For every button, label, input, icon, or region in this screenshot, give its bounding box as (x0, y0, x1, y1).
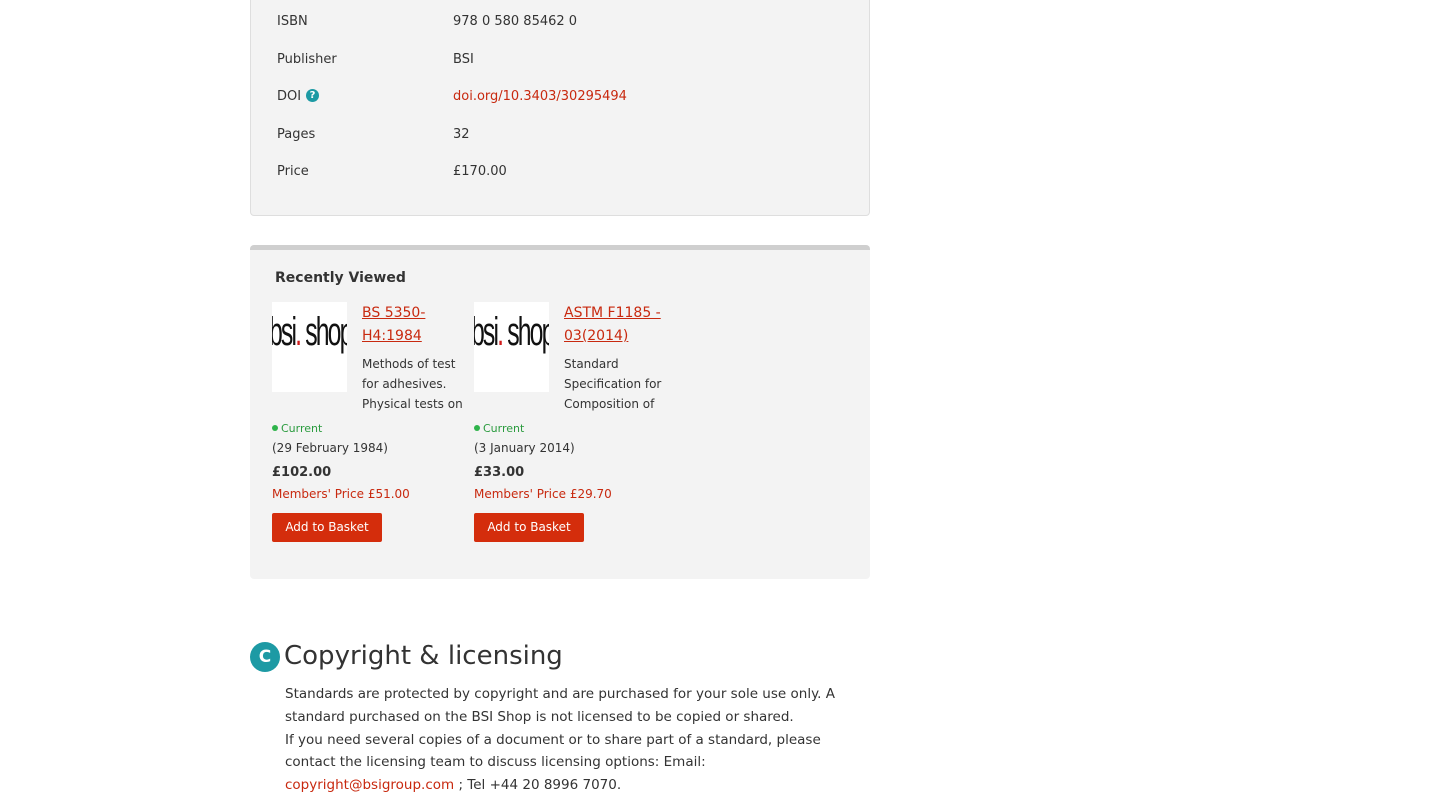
product-code-link[interactable]: ASTM F1185 - 03(2014) (564, 302, 664, 348)
add-to-basket-button[interactable]: Add to Basket (272, 513, 382, 542)
status-dot-icon (272, 425, 278, 431)
product-description: Standard Specification for Composition o… (564, 357, 662, 411)
product-card: bsi. shop ASTM F1185 - 03(2014) Standard… (474, 302, 669, 552)
detail-label: Pages (277, 127, 316, 142)
status-badge: Current (272, 422, 322, 435)
members-price: Members' Price £29.70 (474, 487, 612, 501)
product-description: Methods of test for adhesives. Physical … (362, 357, 463, 411)
doi-link[interactable]: doi.org/10.3403/30295494 (453, 88, 627, 106)
product-thumbnail[interactable]: bsi. shop (474, 302, 549, 392)
recently-viewed-panel: Recently Viewed bsi. shop BS 5350-H4:198… (250, 245, 870, 579)
product-thumbnail[interactable]: bsi. shop (272, 302, 347, 392)
copyright-heading: Copyright & licensing (284, 641, 563, 671)
telephone-text: ; Tel +44 20 8996 7070. (454, 777, 622, 794)
copyright-body: Standards are protected by copyright and… (285, 683, 870, 797)
logo-word: shop (305, 310, 347, 354)
copyright-c-icon: C (250, 642, 280, 672)
status-badge: Current (474, 422, 524, 435)
members-price: Members' Price £51.00 (272, 487, 410, 501)
detail-value: 978 0 580 85462 0 (453, 14, 578, 29)
recently-viewed-title: Recently Viewed (275, 270, 406, 286)
product-details-panel: ISBN 978 0 580 85462 0 Publisher BSI DOI… (250, 0, 870, 216)
detail-label: Publisher (277, 52, 337, 67)
logo-brand: bsi (272, 310, 297, 354)
copyright-paragraph-1: Standards are protected by copyright and… (285, 686, 835, 725)
logo-word: shop (507, 310, 549, 354)
status-text: Current (281, 422, 323, 435)
product-card: bsi. shop BS 5350-H4:1984 Methods of tes… (272, 302, 467, 552)
logo-dot: . (295, 310, 302, 354)
status-dot-icon (474, 425, 480, 431)
add-to-basket-button[interactable]: Add to Basket (474, 513, 584, 542)
status-text: Current (483, 422, 525, 435)
detail-label: Price (277, 164, 309, 179)
product-code-link[interactable]: BS 5350-H4:1984 (362, 302, 462, 348)
copyright-paragraph-2: If you need several copies of a document… (285, 729, 870, 797)
detail-value: £170.00 (453, 164, 507, 179)
product-price: £102.00 (272, 465, 332, 480)
detail-label: ISBN (277, 14, 308, 29)
logo-dot: . (497, 310, 504, 354)
licensing-text: If you need several copies of a document… (285, 731, 821, 771)
publication-date: (29 February 1984) (272, 441, 388, 455)
question-circle-icon[interactable]: ? (306, 89, 320, 102)
detail-value: 32 (453, 127, 470, 142)
detail-label-doi: DOI? (277, 88, 320, 106)
logo-brand: bsi (474, 310, 499, 354)
product-price: £33.00 (474, 465, 525, 480)
bsi-shop-logo: bsi. shop (272, 310, 347, 355)
publication-date: (3 January 2014) (474, 441, 575, 455)
bsi-shop-logo: bsi. shop (474, 310, 549, 355)
detail-value: BSI (453, 52, 474, 67)
copyright-email-link[interactable]: copyright@bsigroup.com (285, 777, 454, 793)
detail-label-text: DOI (277, 89, 302, 104)
